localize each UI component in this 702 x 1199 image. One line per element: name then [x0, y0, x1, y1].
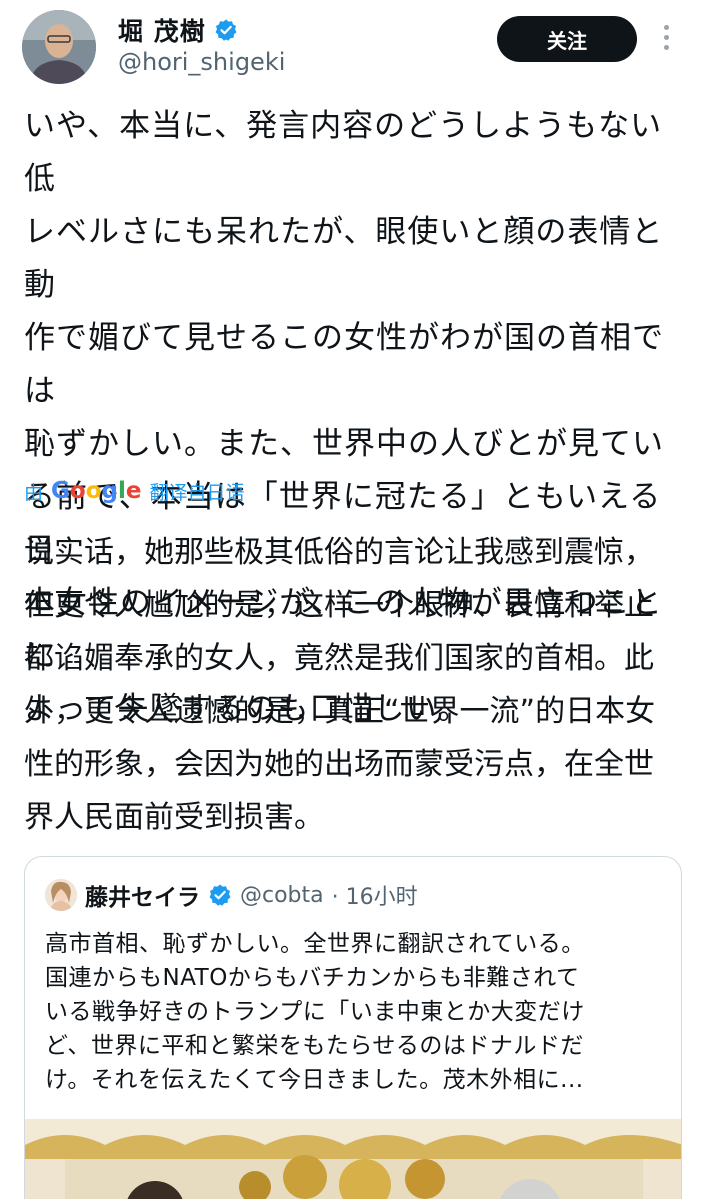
quoted-author-name: 藤井セイラ	[85, 885, 200, 911]
author-name-row: 堀 茂樹	[118, 12, 238, 48]
author-display-name[interactable]: 堀 茂樹	[118, 12, 206, 48]
quoted-tweet-header: 藤井セイラ @cobta · 16小时	[45, 873, 418, 917]
translation-label[interactable]: 由 Google 翻译自日语	[24, 474, 245, 508]
author-avatar[interactable]	[22, 10, 96, 84]
quoted-tweet-card[interactable]: 藤井セイラ @cobta · 16小时 高市首相、恥ずかしい。全世界に翻訳されて…	[24, 856, 682, 1199]
verified-badge-icon	[214, 18, 238, 42]
more-vertical-icon[interactable]	[656, 22, 676, 58]
tweet-header: 堀 茂樹 @hori_shigeki 关注	[0, 0, 702, 92]
quoted-tweet-text: 高市首相、恥ずかしい。全世界に翻訳されている。 国連からもNATOからもバチカン…	[45, 931, 585, 1093]
quoted-tweet-media-image[interactable]	[25, 1119, 681, 1199]
quoted-tweet-time: · 16小时	[331, 885, 418, 910]
translated-text: 说实话，她那些极其低俗的言论让我感到震惊， 但更令人尴尬的是，这样一个眼神、表情…	[24, 535, 656, 835]
quoted-author-handle: @cobta	[240, 882, 324, 908]
follow-button[interactable]: 关注	[497, 16, 637, 62]
tweet-detail-page: 堀 茂樹 @hori_shigeki 关注 いや、本当に、発言内容のどうしようも…	[0, 0, 702, 1199]
author-handle[interactable]: @hori_shigeki	[118, 48, 285, 76]
quoted-verified-badge-icon	[208, 883, 232, 907]
translation-source-label: 翻译自日语	[149, 481, 245, 504]
google-logo: Google	[51, 478, 142, 504]
translation-prefix: 由	[24, 481, 44, 504]
quoted-author-avatar	[45, 879, 77, 911]
